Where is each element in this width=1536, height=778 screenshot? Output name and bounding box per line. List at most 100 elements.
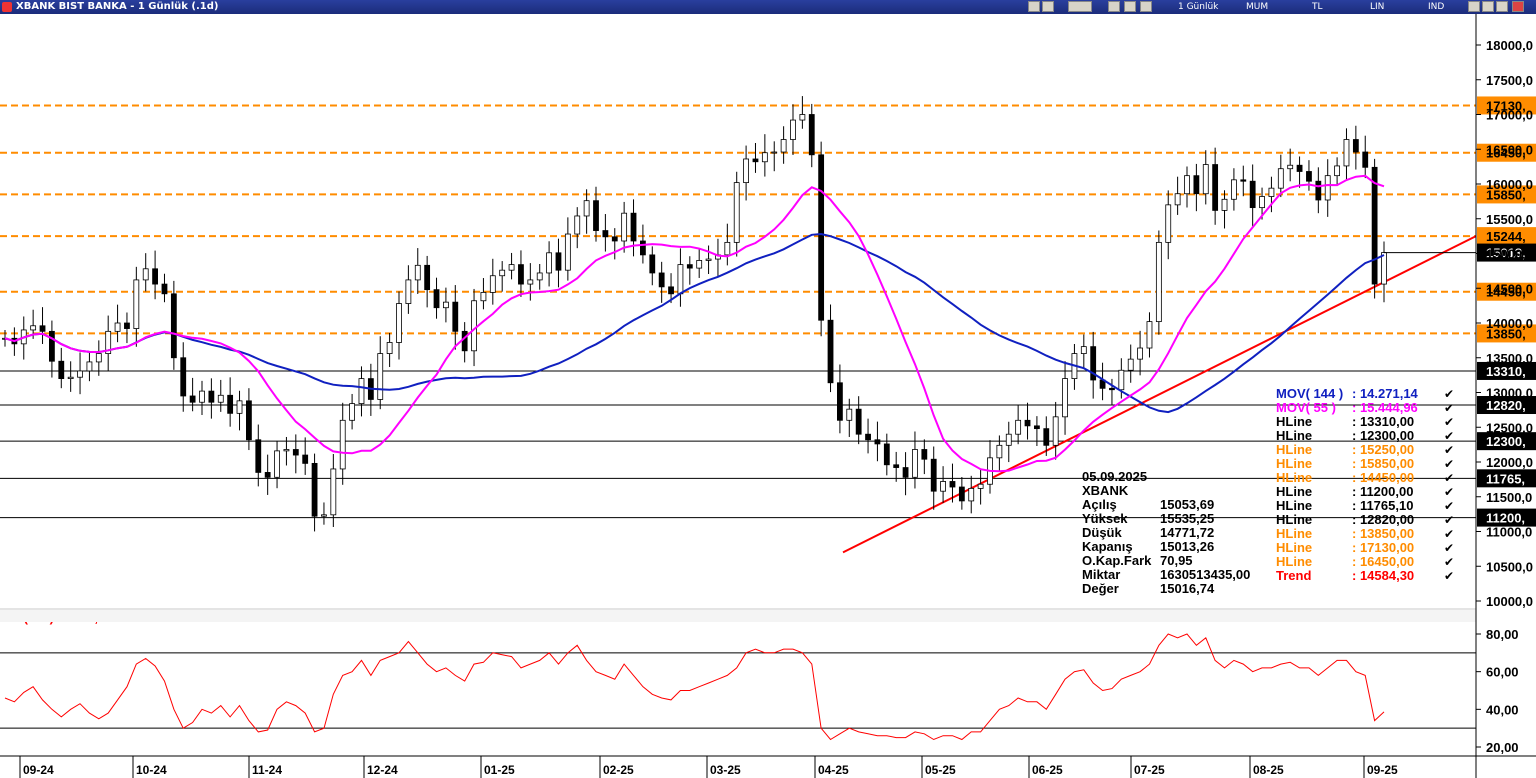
candle-body: [377, 353, 384, 400]
candle-body: [827, 319, 834, 384]
candle-body: [564, 233, 571, 271]
candle-body: [696, 260, 703, 269]
legend-check-icon: ✔: [1444, 443, 1454, 457]
candle-body: [30, 325, 37, 331]
y-tick-label: 14000,0: [1486, 316, 1533, 331]
toolbar-input[interactable]: [1068, 1, 1092, 12]
legend-check-icon: ✔: [1444, 471, 1454, 485]
legend-label: HLine: [1276, 526, 1312, 541]
candle-body: [808, 114, 815, 156]
legend-value: : 15850,00: [1352, 456, 1414, 471]
candle-body: [49, 330, 55, 362]
candle-body: [686, 264, 693, 269]
info-label: O.Kap.Fark: [1082, 553, 1152, 568]
candle-body: [246, 400, 252, 441]
hline-black-label: 11765,: [1486, 471, 1525, 486]
legend-value: : 12820,00: [1352, 512, 1414, 527]
legend-label: HLine: [1276, 554, 1312, 569]
y-tick-label: 10500,0: [1486, 559, 1533, 574]
toolbar-candle[interactable]: MUM: [1246, 0, 1268, 14]
hline-orange-label: 15244,: [1486, 229, 1526, 244]
y-tick-label: 12000,0: [1486, 455, 1533, 470]
title-bar: XBANK BIST BANKA - 1 Günlük (.1d) 1 Günl…: [0, 0, 1536, 14]
minimize-button[interactable]: [1468, 1, 1480, 12]
x-tick-label: 09-24: [23, 763, 54, 777]
legend-check-icon: ✔: [1444, 569, 1454, 583]
candle-body: [292, 449, 299, 456]
candle-body: [949, 481, 956, 488]
candle-body: [855, 408, 862, 435]
legend-value: : 14584,30: [1352, 568, 1414, 583]
candle-body: [658, 272, 665, 288]
candle-body: [518, 264, 524, 285]
candle-body: [1287, 164, 1294, 170]
candle-body: [705, 258, 712, 261]
candle-body: [940, 481, 946, 492]
pencil-icon[interactable]: [1124, 1, 1136, 12]
legend-label: HLine: [1276, 428, 1312, 443]
toolbar-indicators[interactable]: IND: [1428, 0, 1444, 14]
candle-body: [274, 450, 280, 478]
candle-body: [977, 483, 984, 489]
rsi-header-bar: [0, 610, 1476, 622]
candle-body: [39, 325, 46, 332]
candle-body: [452, 301, 459, 332]
y-tick-label: 13500,0: [1486, 351, 1533, 366]
candle-body: [1005, 433, 1012, 446]
info-value: 15535,25: [1160, 511, 1214, 526]
close-button[interactable]: [1512, 1, 1524, 12]
legend-check-icon: ✔: [1444, 415, 1454, 429]
candle-body: [236, 400, 243, 414]
legend-label: HLine: [1276, 498, 1312, 513]
candle-body: [1034, 425, 1040, 430]
x-tick-label: 12-24: [367, 763, 398, 777]
legend-check-icon: ✔: [1444, 541, 1454, 555]
legend-check-icon: ✔: [1444, 387, 1454, 401]
toolbar-icon-1[interactable]: [1028, 1, 1040, 12]
candle-body: [1249, 180, 1256, 209]
candle-body: [86, 361, 93, 372]
candle-body: [593, 200, 599, 231]
y-tick-label: 14500,0: [1486, 281, 1533, 296]
candle-body: [621, 212, 628, 242]
legend-value: : 17130,00: [1352, 540, 1414, 555]
candle-body: [536, 272, 543, 281]
candle-body: [1334, 165, 1340, 177]
y-tick-label: 11500,0: [1486, 490, 1532, 505]
toolbar-period[interactable]: 1 Günlük: [1178, 0, 1218, 14]
candle-body: [405, 279, 412, 304]
candle-body: [180, 357, 187, 397]
toolbar-icon-3[interactable]: [1108, 1, 1120, 12]
legend-value: : 15.444,96: [1352, 400, 1418, 415]
toolbar-icon-4[interactable]: [1140, 1, 1152, 12]
maximize-button[interactable]: [1496, 1, 1508, 12]
info-symbol: XBANK: [1082, 483, 1129, 498]
info-label: Değer: [1082, 581, 1119, 596]
rsi-y-tick-label: 40,00: [1486, 702, 1519, 717]
candle-body: [189, 395, 196, 403]
candle-body: [583, 200, 590, 217]
x-tick-label: 07-25: [1134, 763, 1165, 777]
legend-label: MOV( 55 ): [1276, 400, 1336, 415]
toolbar-currency[interactable]: TL: [1312, 0, 1323, 14]
ma55-line: [4, 174, 1385, 473]
window-title: XBANK BIST BANKA - 1 Günlük (.1d): [16, 1, 219, 12]
legend-value: : 11765,10: [1352, 498, 1413, 513]
candle-body: [1306, 171, 1312, 182]
candle-body: [67, 376, 74, 379]
candle-body: [1343, 139, 1350, 167]
candle-body: [799, 114, 806, 121]
info-label: Kapanış: [1082, 539, 1133, 554]
candle-body: [161, 283, 168, 295]
candle-body: [874, 439, 881, 445]
toolbar-scale[interactable]: LIN: [1370, 0, 1384, 14]
candle-body: [761, 152, 768, 163]
chart-area[interactable]: 13310,12820,12300,11765,11200,17130,1645…: [0, 14, 1536, 778]
x-tick-label: 01-25: [484, 763, 515, 777]
candle-body: [724, 241, 731, 256]
y-tick-label: 15000,0: [1486, 247, 1533, 262]
y-tick-label: 16000,0: [1486, 177, 1533, 192]
candle-body: [1202, 164, 1209, 195]
toolbar-icon-2[interactable]: [1042, 1, 1054, 12]
restore-button[interactable]: [1482, 1, 1494, 12]
